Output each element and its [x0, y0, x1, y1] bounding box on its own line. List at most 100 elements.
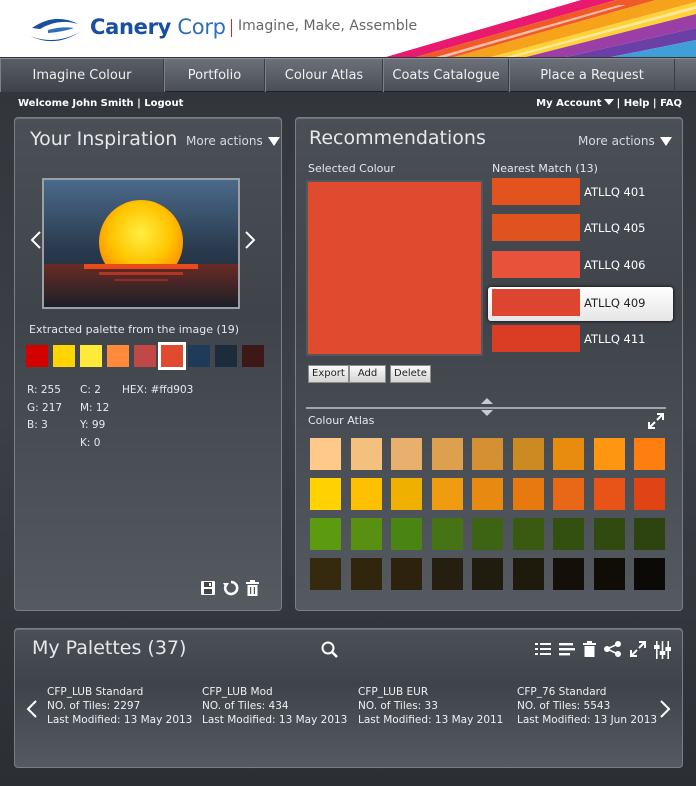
atlas-colour-cell[interactable]	[553, 438, 584, 470]
nav-imagine-colour[interactable]: Imagine Colour	[0, 59, 164, 92]
expand-icon[interactable]	[648, 413, 664, 429]
palette-swatch[interactable]	[158, 342, 186, 370]
atlas-colour-cell[interactable]	[472, 478, 503, 510]
match-swatch[interactable]	[492, 178, 580, 205]
atlas-colour-cell[interactable]	[472, 558, 503, 590]
palette-swatch[interactable]	[188, 345, 210, 367]
cmyk-m: M: 12	[80, 401, 110, 414]
atlas-colour-cell[interactable]	[512, 558, 544, 590]
atlas-colour-cell[interactable]	[634, 518, 665, 550]
refresh-icon[interactable]	[223, 580, 239, 596]
next-palettes-arrow-icon[interactable]	[659, 699, 671, 719]
atlas-colour-cell[interactable]	[634, 478, 665, 510]
atlas-colour-cell[interactable]	[593, 478, 625, 510]
palette-swatch[interactable]	[26, 345, 48, 367]
trash-icon[interactable]	[583, 641, 596, 657]
help-link[interactable]: | Help |	[617, 98, 657, 109]
atlas-colour-cell[interactable]	[350, 518, 382, 550]
atlas-colour-cell[interactable]	[391, 478, 422, 510]
atlas-colour-cell[interactable]	[512, 518, 544, 550]
atlas-colour-cell[interactable]	[310, 438, 341, 470]
prev-palettes-arrow-icon[interactable]	[26, 699, 38, 719]
inspiration-title: Your Inspiration	[30, 128, 178, 150]
list-view-icon[interactable]	[535, 641, 551, 657]
palette-item[interactable]: CFP_LUB Mod NO. of Tiles: 434 Last Modif…	[202, 685, 347, 727]
match-label[interactable]: ATLLQ 411	[584, 332, 645, 346]
search-icon[interactable]	[321, 641, 338, 658]
panel-divider	[306, 407, 666, 409]
nav-place-request[interactable]: Place a Request	[509, 59, 675, 92]
palette-swatch[interactable]	[53, 345, 75, 367]
atlas-colour-cell[interactable]	[350, 558, 382, 590]
palette-swatch[interactable]	[242, 345, 264, 367]
atlas-colour-cell[interactable]	[310, 558, 341, 590]
atlas-colour-cell[interactable]	[553, 518, 584, 550]
more-actions-label: More actions	[578, 134, 655, 148]
atlas-colour-cell[interactable]	[593, 438, 625, 470]
match-label[interactable]: ATLLQ 409	[584, 296, 645, 310]
palette-tiles: NO. of Tiles: 33	[358, 700, 438, 712]
settings-sliders-icon[interactable]	[654, 641, 671, 659]
atlas-colour-cell[interactable]	[350, 438, 382, 470]
logo-icon	[30, 18, 80, 42]
atlas-colour-cell[interactable]	[431, 518, 463, 550]
atlas-colour-cell[interactable]	[391, 438, 422, 470]
palette-item[interactable]: CFP_LUB EUR NO. of Tiles: 33 Last Modifi…	[358, 685, 503, 727]
inspiration-more-actions[interactable]: More actions	[186, 134, 280, 148]
add-button[interactable]: Add	[349, 365, 386, 383]
atlas-colour-cell[interactable]	[512, 438, 544, 470]
match-label[interactable]: ATLLQ 401	[584, 185, 645, 199]
atlas-colour-cell[interactable]	[593, 518, 625, 550]
match-label[interactable]: ATLLQ 405	[584, 221, 645, 235]
nav-colour-atlas[interactable]: Colour Atlas	[265, 59, 383, 92]
export-button[interactable]: Export	[308, 365, 349, 383]
my-account-menu[interactable]: My Account	[536, 98, 601, 109]
match-label[interactable]: ATLLQ 406	[584, 258, 645, 272]
atlas-colour-cell[interactable]	[350, 478, 382, 510]
save-icon[interactable]	[200, 580, 216, 596]
match-swatch[interactable]	[492, 289, 580, 316]
align-icon[interactable]	[559, 641, 575, 657]
palette-item[interactable]: CFP_LUB Standard NO. of Tiles: 2297 Last…	[47, 685, 192, 727]
palette-swatch[interactable]	[80, 345, 102, 367]
delete-button[interactable]: Delete	[390, 365, 431, 383]
atlas-colour-cell[interactable]	[472, 438, 503, 470]
nav-coats-catalogue[interactable]: Coats Catalogue	[383, 59, 509, 92]
more-actions-label: More actions	[186, 134, 263, 148]
prev-image-arrow-icon[interactable]	[30, 230, 42, 250]
atlas-colour-cell[interactable]	[634, 438, 665, 470]
atlas-colour-cell[interactable]	[553, 478, 584, 510]
atlas-colour-cell[interactable]	[431, 438, 463, 470]
match-swatch[interactable]	[492, 251, 580, 278]
palette-swatch[interactable]	[134, 345, 156, 367]
chevron-down-icon[interactable]	[603, 99, 614, 105]
match-swatch[interactable]	[492, 214, 580, 241]
match-swatch[interactable]	[492, 325, 580, 352]
welcome-logout-link[interactable]: Welcome John Smith | Logout	[18, 98, 183, 109]
atlas-colour-cell[interactable]	[391, 518, 422, 550]
nav-portfolio[interactable]: Portfolio	[164, 59, 265, 92]
palette-swatch[interactable]	[215, 345, 237, 367]
atlas-colour-cell[interactable]	[512, 478, 544, 510]
atlas-colour-cell[interactable]	[310, 518, 341, 550]
colour-atlas-label: Colour Atlas	[308, 414, 375, 427]
trash-icon[interactable]	[246, 580, 259, 596]
atlas-colour-cell[interactable]	[391, 558, 422, 590]
expand-icon[interactable]	[630, 641, 646, 657]
palette-tiles: NO. of Tiles: 2297	[47, 700, 141, 712]
cmyk-k: K: 0	[80, 436, 101, 449]
recommendations-more-actions[interactable]: More actions	[578, 134, 672, 148]
share-icon[interactable]	[604, 641, 622, 657]
atlas-colour-cell[interactable]	[310, 478, 341, 510]
next-image-arrow-icon[interactable]	[244, 230, 256, 250]
atlas-colour-cell[interactable]	[634, 558, 665, 590]
atlas-colour-cell[interactable]	[593, 558, 625, 590]
palette-swatch[interactable]	[107, 345, 129, 367]
atlas-colour-cell[interactable]	[472, 518, 503, 550]
palette-modified: Last Modified: 13 May 2013	[47, 714, 193, 726]
atlas-colour-cell[interactable]	[431, 558, 463, 590]
atlas-colour-cell[interactable]	[553, 558, 584, 590]
atlas-colour-cell[interactable]	[431, 478, 463, 510]
faq-link[interactable]: FAQ	[660, 98, 682, 109]
palette-item[interactable]: CFP_76 Standard NO. of Tiles: 5543 Last …	[517, 685, 657, 727]
